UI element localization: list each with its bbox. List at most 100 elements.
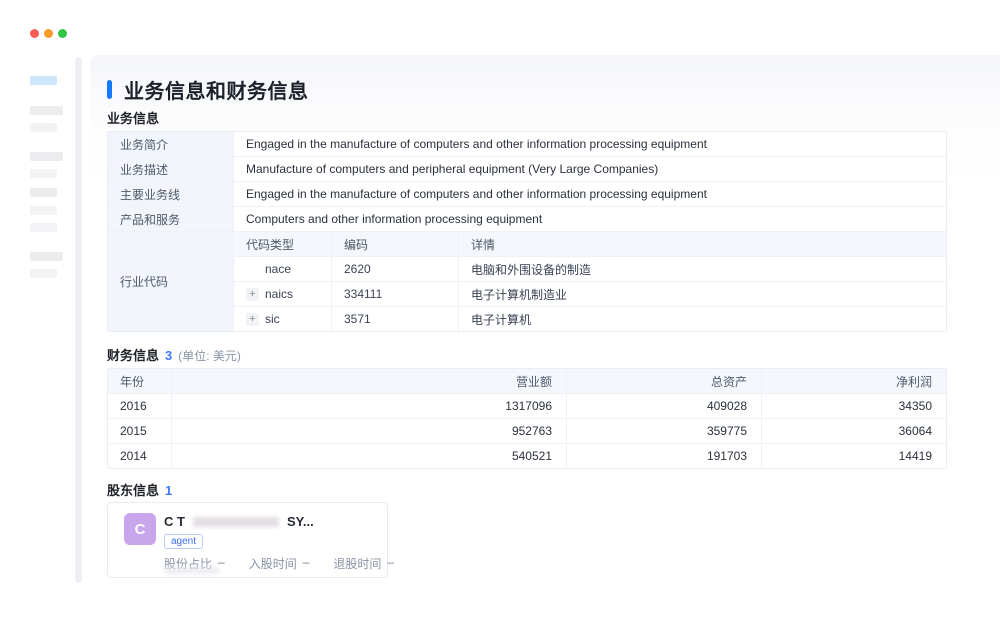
year-cell: 2016 [108, 394, 171, 418]
row-value: Engaged in the manufacture of computers … [233, 132, 946, 156]
year-cell: 2015 [108, 419, 171, 443]
business-section-label: 业务信息 [107, 108, 159, 127]
table-row: nace 2620 电脑和外围设备的制造 [234, 257, 946, 282]
table-row: 2015 952763 359775 36064 [108, 419, 946, 444]
year-cell: 2014 [108, 444, 171, 468]
table-row: 业务描述 Manufacture of computers and periph… [108, 157, 946, 182]
revenue-cell: 540521 [171, 444, 566, 468]
main-panel: 业务信息和财务信息 业务信息 业务简介 Engaged in the manuf… [90, 55, 1000, 587]
nested-header-row: 代码类型 编码 详情 [234, 232, 946, 257]
detail-cell: 电子计算机制造业 [458, 282, 946, 306]
column-header: 详情 [458, 232, 946, 256]
shareholder-section-title: 股东信息 1 [107, 480, 172, 499]
industry-codes-row: 行业代码 代码类型 编码 详情 nace 2620 电脑和外围设备的制造 [108, 232, 946, 331]
business-section-title: 业务信息 [107, 108, 159, 127]
table-row: 2016 1317096 409028 34350 [108, 394, 946, 419]
column-header: 代码类型 [234, 232, 331, 256]
page-title-row: 业务信息和财务信息 [107, 75, 309, 104]
shareholder-name-prefix: C T [164, 514, 185, 529]
sidebar-skeleton-item [30, 223, 57, 232]
code-cell: 2620 [331, 257, 458, 281]
profit-cell: 14419 [761, 444, 946, 468]
row-label: 产品和服务 [108, 207, 233, 231]
column-header: 净利润 [761, 369, 946, 393]
detail-cell: 电脑和外围设备的制造 [458, 257, 946, 281]
sidebar-active-item-skeleton [30, 76, 57, 85]
code-type: nace [265, 262, 291, 276]
revenue-cell: 952763 [171, 419, 566, 443]
zoom-window-icon[interactable] [58, 29, 67, 38]
stat-item: 入股时间 – [249, 555, 310, 572]
scrollbar[interactable] [75, 57, 82, 583]
code-type: naics [265, 287, 293, 301]
table-row: 2014 540521 191703 14419 [108, 444, 946, 468]
table-row: + sic 3571 电子计算机 [234, 307, 946, 331]
window-controls [30, 29, 67, 38]
table-row: + naics 334111 电子计算机制造业 [234, 282, 946, 307]
financial-table: 年份 营业额 总资产 净利润 2016 1317096 409028 34350… [107, 368, 947, 469]
stat-value: – [303, 555, 310, 572]
industry-codes-table: 代码类型 编码 详情 nace 2620 电脑和外围设备的制造 + naics [233, 232, 946, 331]
row-label: 主要业务线 [108, 182, 233, 206]
row-value: Engaged in the manufacture of computers … [233, 182, 946, 206]
stat-label: 退股时间 [333, 555, 381, 572]
column-header: 编码 [331, 232, 458, 256]
shareholder-count-badge: 1 [165, 483, 172, 498]
row-label: 行业代码 [108, 232, 233, 331]
financial-header-row: 年份 营业额 总资产 净利润 [108, 369, 946, 394]
sidebar-skeleton-item [30, 206, 57, 215]
column-header: 营业额 [171, 369, 566, 393]
stat-value: – [387, 555, 394, 572]
column-header: 年份 [108, 369, 171, 393]
redacted-stat-smudge [164, 567, 219, 574]
detail-cell: 电子计算机 [458, 307, 946, 331]
assets-cell: 359775 [566, 419, 761, 443]
sidebar-skeleton-item [30, 106, 63, 115]
code-type-cell: + naics [234, 282, 331, 306]
column-header: 总资产 [566, 369, 761, 393]
table-row: 业务简介 Engaged in the manufacture of compu… [108, 132, 946, 157]
code-type-cell: nace [234, 257, 331, 281]
financial-section-title: 财务信息 3 (单位: 美元) [107, 345, 241, 364]
financial-section-label: 财务信息 [107, 345, 159, 364]
profit-cell: 36064 [761, 419, 946, 443]
row-value: Manufacture of computers and peripheral … [233, 157, 946, 181]
minimize-window-icon[interactable] [44, 29, 53, 38]
title-accent-bar [107, 80, 112, 99]
shareholder-name: C T SY... [164, 514, 314, 529]
sidebar-skeleton-item [30, 169, 57, 178]
page-title: 业务信息和财务信息 [124, 75, 309, 104]
row-label: 业务简介 [108, 132, 233, 156]
code-cell: 3571 [331, 307, 458, 331]
stat-item: 退股时间 – [333, 555, 394, 572]
expand-icon[interactable]: + [246, 288, 259, 301]
business-info-table: 业务简介 Engaged in the manufacture of compu… [107, 131, 947, 332]
table-row: 主要业务线 Engaged in the manufacture of comp… [108, 182, 946, 207]
agent-badge: agent [164, 534, 203, 549]
shareholder-name-suffix: SY... [287, 514, 314, 529]
expand-icon[interactable]: + [246, 313, 259, 326]
close-window-icon[interactable] [30, 29, 39, 38]
table-row: 产品和服务 Computers and other information pr… [108, 207, 946, 232]
sidebar-skeleton-item [30, 269, 57, 278]
expand-placeholder [246, 263, 259, 276]
code-cell: 334111 [331, 282, 458, 306]
stat-value: – [218, 555, 225, 572]
row-label: 业务描述 [108, 157, 233, 181]
code-type-cell: + sic [234, 307, 331, 331]
assets-cell: 409028 [566, 394, 761, 418]
assets-cell: 191703 [566, 444, 761, 468]
sidebar-skeleton-item [30, 123, 57, 132]
sidebar-skeleton-item [30, 252, 63, 261]
code-type: sic [265, 312, 280, 326]
stat-label: 入股时间 [249, 555, 297, 572]
redacted-name [193, 517, 279, 527]
financial-unit-note: (单位: 美元) [178, 347, 241, 364]
row-value: Computers and other information processi… [233, 207, 946, 231]
sidebar-skeleton-item [30, 152, 63, 161]
sidebar-skeleton-item [30, 188, 57, 197]
avatar: C [124, 513, 156, 545]
financial-count-badge: 3 [165, 348, 172, 363]
shareholder-section-label: 股东信息 [107, 480, 159, 499]
revenue-cell: 1317096 [171, 394, 566, 418]
